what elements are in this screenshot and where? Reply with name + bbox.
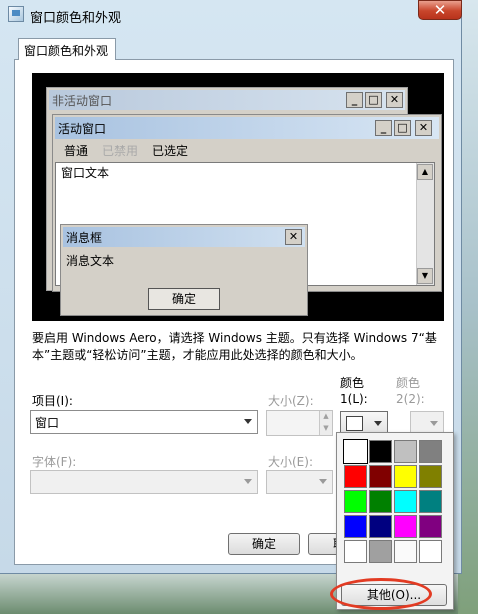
font-label: 字体(F): [32,455,77,469]
aero-notice: 要启用 Windows Aero，请选择 Windows 主题。只有选择 Win… [32,331,437,362]
item-dropdown-value: 窗口 [35,416,60,430]
color1-label-line2: 1(L): [340,392,368,406]
chevron-down-icon [244,419,252,424]
chevron-down-icon [244,479,252,484]
spin-up-icon: ▲ [319,411,332,423]
font-size-label: 大小(E): [268,455,313,469]
color-swatch[interactable] [369,490,392,513]
window-app-icon [8,6,24,22]
ok-button[interactable]: 确定 [228,533,300,555]
tab-window-color[interactable]: 窗口颜色和外观 [18,38,116,60]
color-swatch[interactable] [394,515,417,538]
color-swatch[interactable] [419,515,442,538]
preview-window-text: 窗口文本 [61,166,110,180]
preview-message-text: 消息文本 [66,254,115,268]
color-swatch[interactable] [369,515,392,538]
chevron-down-icon [430,421,438,426]
preview-ok-button[interactable]: 确定 [148,288,220,310]
preview-menu-normal[interactable]: 普通 [64,142,88,159]
color2-label-line2: 2(2): [396,392,425,406]
preview-message-title: 消息框 [66,231,103,245]
color-swatch[interactable] [419,490,442,513]
inactive-close-icon: ✕ [386,92,403,108]
color-swatch[interactable] [419,440,442,463]
color-swatch[interactable] [369,440,392,463]
active-close-icon: ✕ [415,120,432,136]
color-swatch[interactable] [344,540,367,563]
preview-scrollbar[interactable] [416,163,434,285]
color1-swatch [346,416,363,431]
scroll-down-icon: ▼ [417,268,433,284]
active-maximize-icon: □ [394,120,411,136]
color-swatch[interactable] [343,439,368,464]
color-swatch[interactable] [394,540,417,563]
size-spinner[interactable]: ▲ ▼ [266,410,333,436]
color-swatch[interactable] [369,465,392,488]
size-label: 大小(Z): [268,394,314,408]
window-title: 窗口颜色和外观 [30,11,122,26]
color-swatch[interactable] [394,465,417,488]
active-minimize-icon: _ [375,120,392,136]
font-size-dropdown[interactable] [266,470,333,494]
preview-menu-selected[interactable]: 已选定 [152,142,188,159]
spin-down-icon: ▼ [319,423,332,435]
color-swatch[interactable] [344,490,367,513]
item-label: 项目(I): [32,394,73,408]
color2-label-line1: 颜色 [396,376,421,390]
chevron-down-icon [319,479,327,484]
color-swatch[interactable] [369,540,392,563]
preview-active-title: 活动窗口 [58,122,107,136]
color-swatch[interactable] [419,540,442,563]
preview-menu-disabled[interactable]: 已禁用 [102,142,138,159]
window-close-button[interactable]: ✕ [418,0,462,20]
color1-label-line1: 颜色 [340,376,365,390]
color-swatch[interactable] [419,465,442,488]
preview-inactive-title: 非活动窗口 [52,94,113,108]
inactive-minimize-icon: _ [346,92,363,108]
color-swatch[interactable] [394,440,417,463]
message-close-icon: ✕ [285,229,302,245]
item-dropdown[interactable]: 窗口 [30,410,258,434]
color-swatch[interactable] [344,515,367,538]
highlight-annotation [330,578,432,610]
scroll-up-icon: ▲ [417,164,433,180]
color-swatch[interactable] [344,465,367,488]
color-swatch[interactable] [394,490,417,513]
chevron-down-icon [374,421,382,426]
inactive-maximize-icon: □ [365,92,382,108]
font-dropdown[interactable] [30,470,258,494]
